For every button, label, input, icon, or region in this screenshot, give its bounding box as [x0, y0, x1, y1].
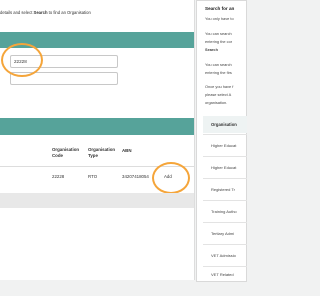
help-line-1: You only have to: [205, 16, 234, 21]
help-list-item: VET Related: [203, 266, 247, 282]
search-instructions: details and select Search to find an Org…: [0, 10, 91, 15]
help-list-item: Registered Tr: [203, 178, 247, 200]
help-line-3b: entering the firs: [205, 70, 232, 75]
help-list-item: Training Autho: [203, 200, 247, 222]
help-list-item: Higher Educat: [203, 156, 247, 178]
header-abn: ABN: [122, 148, 132, 153]
row-organisation-type: RTO: [88, 174, 98, 179]
table-footer: [0, 193, 194, 208]
help-list-item: VET Admissio: [203, 244, 247, 266]
help-list-item: Tertiary Admi: [203, 222, 247, 244]
row-organisation-code: 22228: [52, 174, 65, 179]
header-organisation-code: Organisation Code: [52, 147, 80, 158]
help-list-header: Organisation: [203, 116, 247, 133]
help-line-2c: Search: [205, 47, 218, 52]
highlight-circle-add: [152, 162, 190, 194]
row-abn: 34207418054: [122, 174, 149, 179]
help-list-item: Higher Educat: [203, 134, 247, 156]
help-title: Search for an: [205, 6, 235, 11]
highlight-circle-search: [1, 43, 43, 77]
header-organisation-type: Organisation Type: [88, 147, 116, 158]
help-line-4c: organisation.: [205, 100, 228, 105]
results-section-header: [0, 118, 194, 135]
